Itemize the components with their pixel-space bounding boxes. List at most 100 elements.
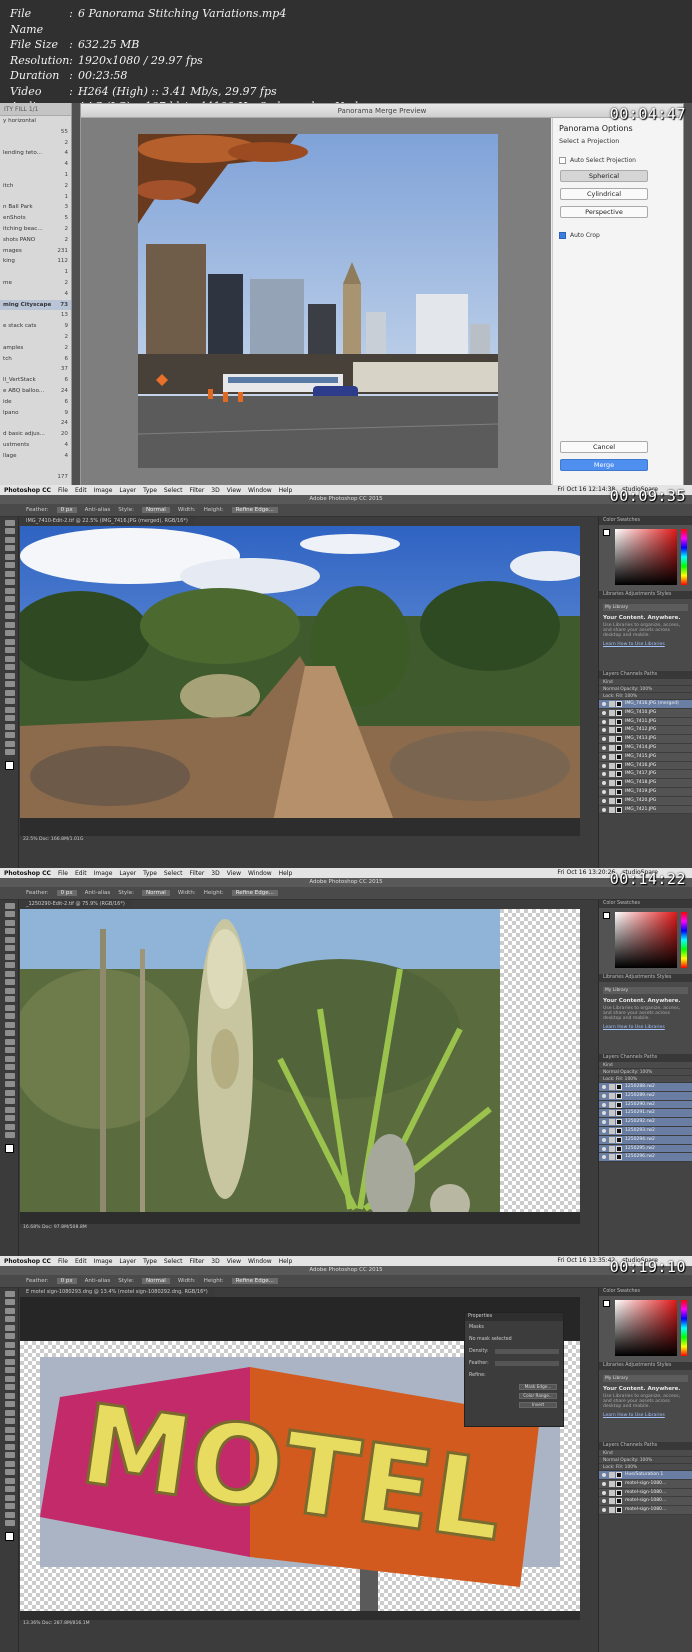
collection-item[interactable]: 4 [0,289,71,300]
color-panel-tabs[interactable]: Color Swatches [599,1288,692,1296]
option-feather-value[interactable]: 0 px [56,507,77,513]
option-feather-value[interactable]: 0 px [56,1278,77,1284]
document-canvas[interactable] [20,526,580,836]
fill-field[interactable]: Fill: 100% [616,1465,637,1470]
visibility-eye-icon[interactable] [602,1085,606,1089]
menu-item[interactable]: Window [248,870,272,877]
collection-item[interactable]: tch 6 [0,354,71,365]
tool-icon[interactable] [5,1098,15,1104]
layers-tabs[interactable]: Layers Channels Paths [599,1442,692,1450]
color-range-button[interactable]: Color Range... [519,1393,557,1399]
collection-item[interactable]: ide 6 [0,397,71,408]
tool-icon[interactable] [5,1333,15,1339]
tool-icon[interactable] [5,1089,15,1096]
menu-item[interactable]: Window [248,1258,272,1265]
collection-item[interactable] [0,462,71,473]
document-canvas[interactable] [20,909,580,1224]
layer-row[interactable]: 1250288.rw2 [599,1083,692,1092]
visibility-eye-icon[interactable] [602,737,606,742]
collection-item[interactable]: 37 [0,364,71,375]
menu-item[interactable]: View [227,487,241,494]
layer-mask-thumbnail[interactable] [616,797,622,804]
collection-item[interactable]: lending teto... 4 [0,148,71,159]
visibility-eye-icon[interactable] [602,1102,606,1107]
layer-row[interactable]: IMG_7417.JPG [599,770,692,780]
tool-icon[interactable] [5,1503,15,1509]
layer-mask-thumbnail[interactable] [616,806,622,813]
tool-icon[interactable] [5,1367,15,1373]
option-feather-value[interactable]: 0 px [56,890,77,896]
collection-item[interactable]: 1 [0,267,71,278]
tool-icon[interactable] [5,1072,15,1079]
tool-icon[interactable] [5,1115,15,1121]
layers-tabs[interactable]: Layers Channels Paths [599,671,692,679]
menu-item[interactable]: Image [94,487,113,494]
menu-item[interactable]: Type [143,870,157,877]
option-refine[interactable]: Refine Edge... [231,507,278,513]
layer-row[interactable]: 1250296.rw2 [599,1153,692,1163]
visibility-eye-icon[interactable] [602,1111,606,1116]
visibility-eye-icon[interactable] [602,763,606,768]
layer-row[interactable]: 1250289.rw2 [599,1091,692,1101]
layer-row[interactable]: 1250290.rw2 [599,1100,692,1110]
color-picker[interactable] [599,1296,692,1362]
layer-mask-thumbnail[interactable] [616,1119,622,1126]
menu-item[interactable]: Edit [75,870,87,877]
hue-slider[interactable] [681,1300,687,1356]
layer-mask-thumbnail[interactable] [616,718,622,725]
tool-icon[interactable] [5,689,15,696]
visibility-eye-icon[interactable] [602,772,606,777]
menu-item[interactable]: Select [164,1258,183,1265]
collection-item[interactable]: 2 [0,332,71,343]
tool-icon[interactable] [5,562,15,568]
hue-slider[interactable] [681,912,687,968]
menu-item[interactable]: File [58,1258,68,1265]
visibility-eye-icon[interactable] [602,1093,606,1098]
collection-item[interactable]: 13 [0,310,71,321]
merge-button[interactable]: Merge [560,459,648,471]
visibility-eye-icon[interactable] [602,1137,606,1142]
tool-icon[interactable] [5,587,15,594]
layer-row[interactable]: 1250291.rw2 [599,1109,692,1119]
tool-icon[interactable] [5,536,15,543]
layer-mask-thumbnail[interactable] [616,727,622,734]
foreground-color-swatch[interactable] [5,1532,14,1541]
visibility-eye-icon[interactable] [602,1499,606,1504]
tool-icon[interactable] [5,1123,15,1130]
menu-item[interactable]: View [227,1258,241,1265]
layer-mask-thumbnail[interactable] [616,709,622,716]
collection-item[interactable]: 1 [0,170,71,181]
library-help-link[interactable]: Learn How to Use Libraries [603,642,688,647]
visibility-eye-icon[interactable] [602,1120,606,1125]
layer-mask-thumbnail[interactable] [616,1127,622,1134]
fill-field[interactable]: Fill: 100% [616,1077,637,1082]
layer-mask-thumbnail[interactable] [616,753,622,760]
layers-tabs[interactable]: Layers Channels Paths [599,1054,692,1062]
menu-item[interactable]: Image [94,1258,113,1265]
layer-mask-thumbnail[interactable] [616,1145,622,1152]
layer-row[interactable]: IMG_7419.JPG [599,787,692,797]
menu-item[interactable]: Type [143,1258,157,1265]
option-style-value[interactable]: Normal [141,1278,170,1284]
library-dropdown[interactable]: My Library [603,604,688,611]
collection-item[interactable]: 4 [0,159,71,170]
tool-icon[interactable] [5,987,15,994]
layer-mask-thumbnail[interactable] [616,780,622,787]
layer-row[interactable]: 1250292.rw2 [599,1118,692,1127]
tool-icon[interactable] [5,553,15,560]
layer-row[interactable]: IMG_7412.JPG [599,726,692,736]
layer-row[interactable]: motel-sign-1080... [599,1488,692,1498]
layer-mask-thumbnail[interactable] [616,1480,622,1487]
tool-icon[interactable] [5,919,15,926]
layer-row[interactable]: IMG_7416.JPG (merged) [599,700,692,709]
menu-item[interactable]: Photoshop CC [4,1258,51,1265]
auto-crop-checkbox[interactable]: Auto Crop [559,232,677,239]
color-picker[interactable] [599,525,692,591]
density-row[interactable]: Density: [465,1345,563,1357]
layer-mask-thumbnail[interactable] [616,771,622,778]
layer-mask-thumbnail[interactable] [616,1136,622,1143]
tool-icon[interactable] [5,1341,15,1348]
tool-icon[interactable] [5,698,15,704]
tool-icon[interactable] [5,1055,15,1062]
layer-row[interactable]: IMG_7411.JPG [599,717,692,727]
